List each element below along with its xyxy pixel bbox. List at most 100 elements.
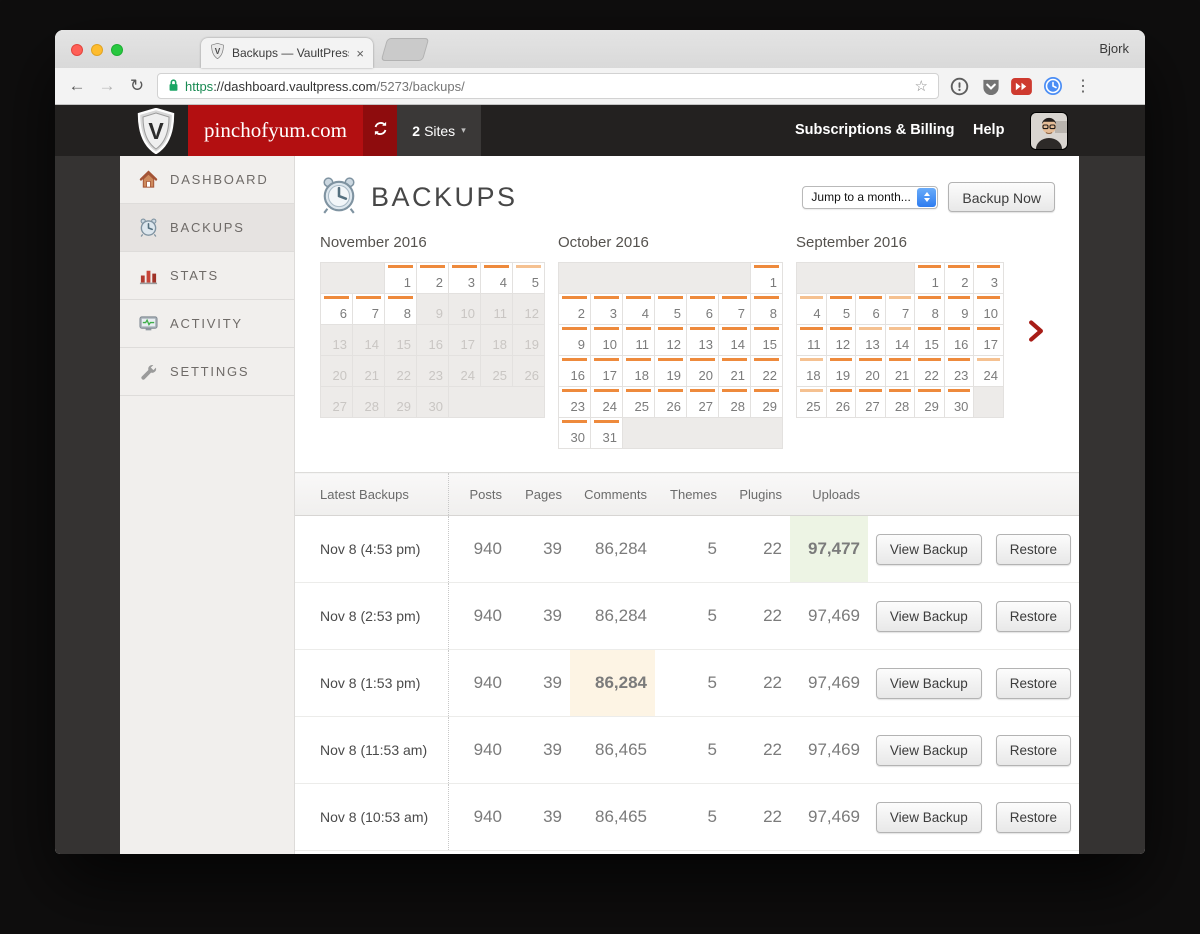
calendar-day[interactable]: 30 bbox=[944, 387, 975, 418]
sidebar-item-dashboard[interactable]: DASHBOARD bbox=[120, 156, 294, 204]
calendar-day[interactable]: 14 bbox=[719, 325, 751, 356]
view-backup-button[interactable]: View Backup bbox=[875, 533, 982, 565]
calendar-day[interactable]: 16 bbox=[559, 356, 591, 387]
calendar-day[interactable]: 8 bbox=[385, 294, 417, 325]
calendar-day[interactable]: 7 bbox=[885, 294, 916, 325]
calendar-day[interactable]: 12 bbox=[655, 325, 687, 356]
calendar-day[interactable]: 25 bbox=[797, 387, 827, 418]
extension-1password-icon[interactable] bbox=[949, 76, 970, 97]
calendar-day[interactable]: 28 bbox=[719, 387, 751, 418]
calendar-day[interactable]: 3 bbox=[591, 294, 623, 325]
calendar-day[interactable]: 29 bbox=[751, 387, 783, 418]
calendar-day[interactable]: 25 bbox=[623, 387, 655, 418]
sites-dropdown[interactable]: 2 Sites ▾ bbox=[397, 105, 481, 156]
tab-close-icon[interactable]: × bbox=[356, 46, 364, 61]
window-close-button[interactable] bbox=[71, 44, 83, 56]
calendar-day[interactable]: 9 bbox=[559, 325, 591, 356]
active-tab[interactable]: V Backups — VaultPress Dashbo × bbox=[201, 38, 373, 68]
calendar-day[interactable]: 1 bbox=[915, 263, 945, 294]
calendar-day[interactable]: 22 bbox=[915, 356, 945, 387]
view-backup-button[interactable]: View Backup bbox=[875, 600, 982, 632]
url-bar[interactable]: https://dashboard.vaultpress.com/5273/ba… bbox=[157, 73, 939, 99]
back-icon[interactable]: ← bbox=[67, 76, 87, 96]
calendar-day[interactable]: 26 bbox=[655, 387, 687, 418]
backup-now-button[interactable]: Backup Now bbox=[948, 182, 1055, 212]
calendar-day[interactable]: 30 bbox=[559, 418, 591, 449]
sidebar-item-activity[interactable]: ACTIVITY bbox=[120, 300, 294, 348]
background-tab[interactable] bbox=[380, 38, 430, 61]
calendar-day[interactable]: 6 bbox=[321, 294, 353, 325]
calendar-day[interactable]: 18 bbox=[623, 356, 655, 387]
restore-button[interactable]: Restore bbox=[995, 734, 1071, 766]
calendar-day[interactable]: 5 bbox=[826, 294, 857, 325]
extension-pocket-icon[interactable] bbox=[980, 76, 1001, 97]
calendar-day[interactable]: 8 bbox=[915, 294, 945, 325]
jump-to-month-select[interactable]: Jump to a month... bbox=[802, 185, 939, 209]
restore-button[interactable]: Restore bbox=[995, 600, 1071, 632]
calendar-day[interactable]: 21 bbox=[719, 356, 751, 387]
calendar-day[interactable]: 11 bbox=[623, 325, 655, 356]
subscriptions-billing-link[interactable]: Subscriptions & Billing bbox=[795, 105, 955, 156]
calendar-day[interactable]: 4 bbox=[481, 263, 513, 294]
calendar-day[interactable]: 29 bbox=[915, 387, 945, 418]
restore-button[interactable]: Restore bbox=[995, 667, 1071, 699]
calendar-day[interactable]: 10 bbox=[591, 325, 623, 356]
calendar-day[interactable]: 14 bbox=[885, 325, 916, 356]
view-backup-button[interactable]: View Backup bbox=[875, 734, 982, 766]
calendar-day[interactable]: 20 bbox=[687, 356, 719, 387]
restore-button[interactable]: Restore bbox=[995, 801, 1071, 833]
calendar-day[interactable]: 2 bbox=[944, 263, 975, 294]
calendar-day[interactable]: 19 bbox=[826, 356, 857, 387]
sync-site-button[interactable] bbox=[363, 105, 397, 156]
calendar-day[interactable]: 10 bbox=[974, 294, 1004, 325]
calendar-day[interactable]: 18 bbox=[797, 356, 827, 387]
calendar-day[interactable]: 22 bbox=[751, 356, 783, 387]
user-avatar[interactable] bbox=[1031, 113, 1067, 149]
calendar-day[interactable]: 3 bbox=[974, 263, 1004, 294]
window-minimize-button[interactable] bbox=[91, 44, 103, 56]
calendar-day[interactable]: 2 bbox=[559, 294, 591, 325]
calendar-day[interactable]: 7 bbox=[719, 294, 751, 325]
calendar-day[interactable]: 12 bbox=[826, 325, 857, 356]
calendar-day[interactable]: 15 bbox=[751, 325, 783, 356]
view-backup-button[interactable]: View Backup bbox=[875, 801, 982, 833]
calendar-day[interactable]: 8 bbox=[751, 294, 783, 325]
calendar-day[interactable]: 24 bbox=[974, 356, 1004, 387]
browser-menu-icon[interactable]: ⋮ bbox=[1073, 76, 1093, 96]
calendar-day[interactable]: 17 bbox=[591, 356, 623, 387]
calendar-day[interactable]: 27 bbox=[856, 387, 886, 418]
calendar-day[interactable]: 23 bbox=[944, 356, 975, 387]
calendar-day[interactable]: 13 bbox=[687, 325, 719, 356]
current-site-button[interactable]: pinchofyum.com bbox=[188, 105, 363, 156]
help-link[interactable]: Help bbox=[973, 105, 1004, 156]
sidebar-item-settings[interactable]: SETTINGS bbox=[120, 348, 294, 396]
view-backup-button[interactable]: View Backup bbox=[875, 667, 982, 699]
calendar-day[interactable]: 4 bbox=[797, 294, 827, 325]
sidebar-item-stats[interactable]: STATS bbox=[120, 252, 294, 300]
calendar-day[interactable]: 17 bbox=[974, 325, 1004, 356]
reload-icon[interactable]: ↻ bbox=[127, 76, 147, 96]
calendar-day[interactable]: 1 bbox=[751, 263, 783, 294]
calendar-day[interactable]: 16 bbox=[944, 325, 975, 356]
calendar-day[interactable]: 9 bbox=[944, 294, 975, 325]
calendar-day[interactable]: 28 bbox=[885, 387, 916, 418]
calendar-day[interactable]: 1 bbox=[385, 263, 417, 294]
next-months-arrow[interactable] bbox=[1028, 320, 1044, 342]
calendar-day[interactable]: 6 bbox=[687, 294, 719, 325]
calendar-day[interactable]: 24 bbox=[591, 387, 623, 418]
calendar-day[interactable]: 5 bbox=[513, 263, 545, 294]
calendar-day[interactable]: 15 bbox=[915, 325, 945, 356]
calendar-day[interactable]: 3 bbox=[449, 263, 481, 294]
calendar-day[interactable]: 23 bbox=[559, 387, 591, 418]
calendar-day[interactable]: 2 bbox=[417, 263, 449, 294]
calendar-day[interactable]: 20 bbox=[856, 356, 886, 387]
extension-video-speed-icon[interactable] bbox=[1011, 76, 1032, 97]
calendar-day[interactable]: 11 bbox=[797, 325, 827, 356]
calendar-day[interactable]: 19 bbox=[655, 356, 687, 387]
calendar-day[interactable]: 7 bbox=[353, 294, 385, 325]
sidebar-item-backups[interactable]: BACKUPS bbox=[120, 204, 294, 252]
vaultpress-logo-icon[interactable]: V bbox=[135, 107, 177, 155]
calendar-day[interactable]: 31 bbox=[591, 418, 623, 449]
calendar-day[interactable]: 5 bbox=[655, 294, 687, 325]
calendar-day[interactable]: 26 bbox=[826, 387, 857, 418]
